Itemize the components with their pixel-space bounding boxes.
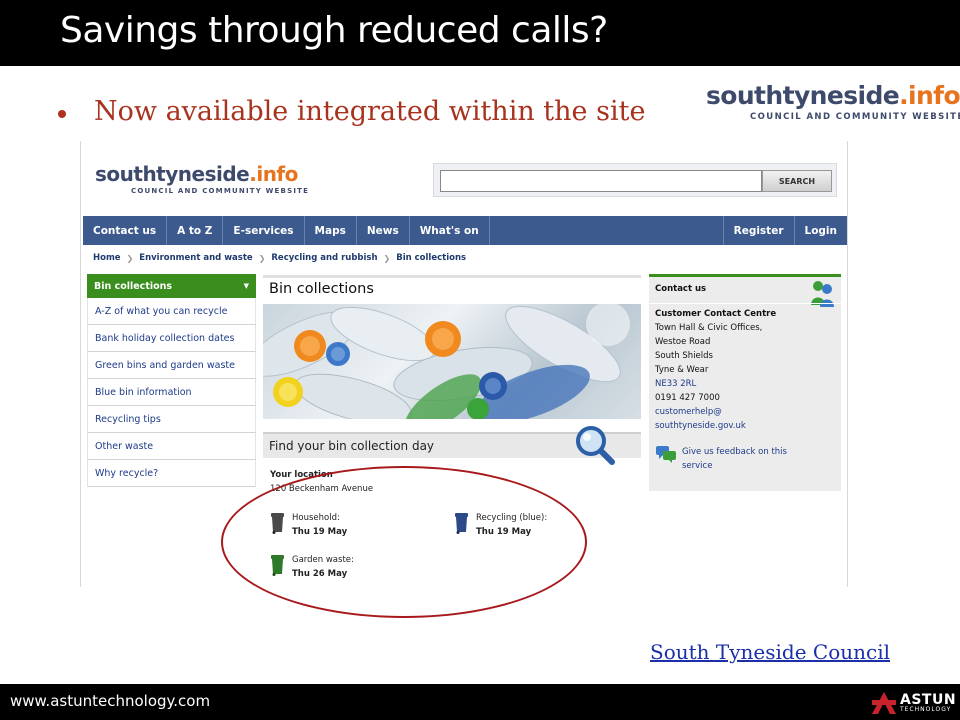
astun-name: ASTUN xyxy=(900,692,957,708)
contact-panel: Contact us Customer Contact Centre Town … xyxy=(649,274,841,491)
bullet-dot xyxy=(58,110,66,118)
sidebar: Bin collections ▼ A-Z of what you can re… xyxy=(87,274,256,487)
contact-address-line: Tyne & Wear xyxy=(655,365,709,375)
magnifier-icon xyxy=(574,424,616,466)
contact-divider xyxy=(649,303,841,304)
astun-logo: ASTUN TECHNOLOGY xyxy=(872,690,956,716)
breadcrumb-separator: ❯ xyxy=(383,253,391,263)
contact-email-link[interactable]: customerhelp@ xyxy=(655,405,776,419)
sidebar-item-green-bins[interactable]: Green bins and garden waste xyxy=(87,352,256,379)
contact-details: Customer Contact Centre Town Hall & Civi… xyxy=(655,307,776,433)
contact-address-line: Westoe Road xyxy=(655,337,711,347)
search-button[interactable]: SEARCH xyxy=(762,170,832,192)
site-logo[interactable]: southtyneside.info COUNCIL AND COMMUNITY… xyxy=(95,163,309,195)
bullet-text: Now available integrated within the site xyxy=(94,96,646,127)
find-collection-title: Find your bin collection day xyxy=(269,439,435,453)
feedback-link[interactable]: Give us feedback on this service xyxy=(655,445,787,473)
breadcrumb-separator: ❯ xyxy=(126,253,134,263)
nav-a-to-z[interactable]: A to Z xyxy=(167,216,224,245)
logo-word-orange: .info xyxy=(899,81,960,110)
search-box: SEARCH xyxy=(433,163,837,197)
contact-postcode-link[interactable]: NE33 2RL xyxy=(655,377,776,391)
nav-maps[interactable]: Maps xyxy=(305,216,357,245)
breadcrumb-recycling[interactable]: Recycling and rubbish xyxy=(271,253,377,263)
nav-spacer xyxy=(490,216,724,245)
nav-news[interactable]: News xyxy=(357,216,410,245)
sidebar-active-label: Bin collections xyxy=(94,280,173,292)
logo-wordmark: southtyneside.info xyxy=(706,81,960,110)
site-logo-wordmark: southtyneside.info xyxy=(95,163,309,185)
chevron-down-icon: ▼ xyxy=(243,282,249,290)
astun-mark-icon xyxy=(872,692,896,714)
breadcrumb: Home ❯ Environment and waste ❯ Recycling… xyxy=(93,253,466,263)
sidebar-item-blue-bin[interactable]: Blue bin information xyxy=(87,379,256,406)
breadcrumb-bin-collections[interactable]: Bin collections xyxy=(396,253,466,263)
recycling-bottles-image xyxy=(263,304,641,419)
nav-whats-on[interactable]: What's on xyxy=(410,216,490,245)
astun-wordmark: ASTUN TECHNOLOGY xyxy=(900,693,956,713)
breadcrumb-environment[interactable]: Environment and waste xyxy=(139,253,252,263)
sidebar-item-recycling-tips[interactable]: Recycling tips xyxy=(87,406,256,433)
contact-centre-name: Customer Contact Centre xyxy=(655,309,777,319)
logo-word-dark: southtyneside xyxy=(706,81,900,110)
nav-e-services[interactable]: E-services xyxy=(223,216,305,245)
search-input[interactable] xyxy=(440,170,762,192)
main-nav: Contact us A to Z E-services Maps News W… xyxy=(83,216,847,245)
sidebar-item-bin-collections[interactable]: Bin collections ▼ xyxy=(87,274,256,298)
feedback-text: Give us feedback on this service xyxy=(682,445,787,473)
breadcrumb-home[interactable]: Home xyxy=(93,253,121,263)
contact-heading: Contact us xyxy=(655,284,707,294)
south-tyneside-council-link[interactable]: South Tyneside Council xyxy=(650,640,890,664)
nav-register[interactable]: Register xyxy=(724,216,795,245)
breadcrumb-separator: ❯ xyxy=(258,253,266,263)
feedback-line: Give us feedback on this xyxy=(682,447,787,457)
sidebar-item-other-waste[interactable]: Other waste xyxy=(87,433,256,460)
speech-bubbles-icon xyxy=(656,446,676,463)
sidebar-item-a-z[interactable]: A-Z of what you can recycle xyxy=(87,298,256,325)
southtyneside-logo: southtyneside.info COUNCIL AND COMMUNITY… xyxy=(706,81,960,124)
nav-login[interactable]: Login xyxy=(795,216,848,245)
logo-tagline: COUNCIL AND COMMUNITY WEBSITE xyxy=(750,112,960,122)
contact-phone: 0191 427 7000 xyxy=(655,393,720,403)
sidebar-item-why-recycle[interactable]: Why recycle? xyxy=(87,460,256,487)
contact-address-line: South Shields xyxy=(655,351,713,361)
contact-email-link-domain[interactable]: southtyneside.gov.uk xyxy=(655,419,776,433)
page-title: Bin collections xyxy=(269,281,374,297)
nav-contact-us[interactable]: Contact us xyxy=(83,216,168,245)
highlight-ellipse xyxy=(221,466,587,618)
site-logo-tagline: COUNCIL AND COMMUNITY WEBSITE xyxy=(131,187,310,195)
sidebar-item-bank-holiday[interactable]: Bank holiday collection dates xyxy=(87,325,256,352)
page-header: Bin collections xyxy=(263,275,641,303)
astun-sub: TECHNOLOGY xyxy=(900,706,952,713)
feedback-line: service xyxy=(682,461,713,471)
site-logo-word-orange: .info xyxy=(249,162,298,186)
footer-url: www.astuntechnology.com xyxy=(10,692,211,710)
contact-address-line: Town Hall & Civic Offices, xyxy=(655,323,763,333)
site-logo-word-dark: southtyneside xyxy=(95,162,250,186)
slide-title: Savings through reduced calls? xyxy=(60,10,608,51)
